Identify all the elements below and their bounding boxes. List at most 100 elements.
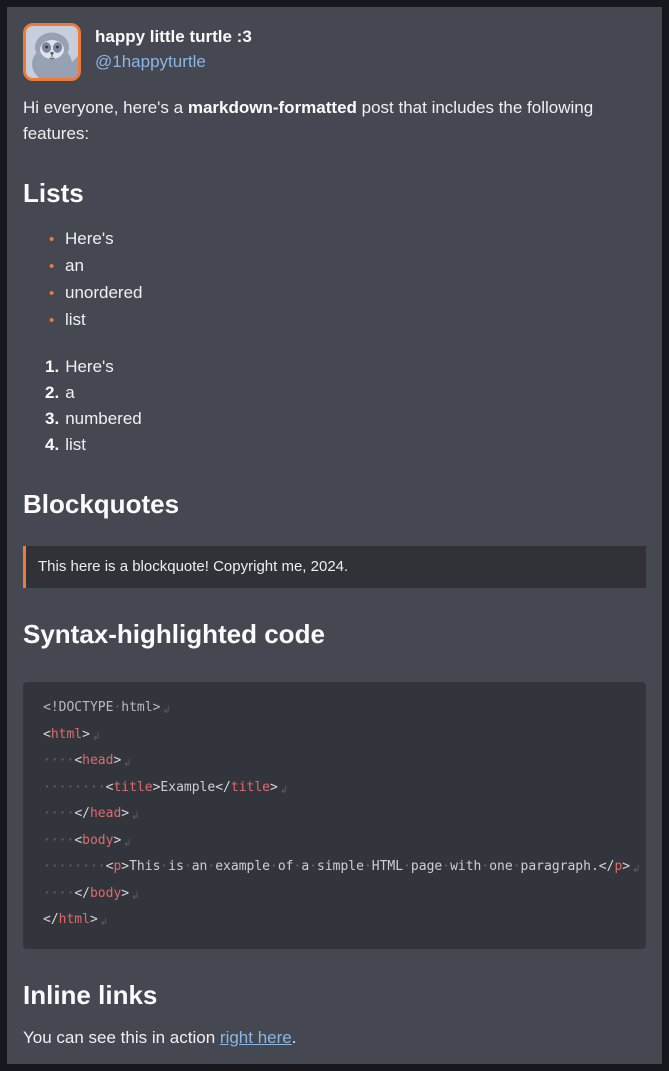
list-item: 2. a — [45, 380, 646, 406]
code-block: <!DOCTYPE·html>↲<html>↲····<head>↲······… — [23, 682, 646, 949]
whitespace-marker: ···· — [43, 886, 74, 901]
code-punctuation: < — [74, 753, 82, 768]
code-punctuation: > — [113, 833, 121, 848]
code-text: example — [215, 859, 270, 874]
list-item-label: Here's — [65, 229, 114, 248]
list-item: 3. numbered — [45, 406, 646, 432]
number-marker: 2. — [45, 380, 59, 406]
list-item: •an — [49, 253, 646, 280]
bullet-marker: • — [49, 281, 65, 307]
code-keyword: html> — [121, 700, 160, 715]
list-item: •list — [49, 307, 646, 334]
code-punctuation: > — [270, 780, 278, 795]
bullet-marker: • — [49, 308, 65, 334]
whitespace-marker: · — [184, 859, 192, 874]
code-punctuation: > — [622, 859, 630, 874]
code-punctuation: </ — [599, 859, 615, 874]
account-handle[interactable]: @1happyturtle — [95, 52, 206, 71]
code-tag-name: title — [231, 780, 270, 795]
number-marker: 3. — [45, 406, 59, 432]
end-of-line-marker: ↲ — [280, 785, 288, 796]
code-punctuation: > — [90, 912, 98, 927]
code-punctuation: < — [43, 727, 51, 742]
code-line: ····</body>↲ — [43, 882, 626, 909]
end-of-line-marker: ↲ — [123, 838, 131, 849]
code-line: <html>↲ — [43, 723, 626, 750]
link-text-pre: You can see this in action — [23, 1028, 220, 1047]
code-punctuation: </ — [74, 886, 90, 901]
whitespace-marker: · — [270, 859, 278, 874]
code-text: simple — [317, 859, 364, 874]
post-header: happy little turtle :3 @1happyturtle — [23, 23, 646, 81]
code-punctuation: </ — [215, 780, 231, 795]
whitespace-marker: · — [442, 859, 450, 874]
intro-paragraph: Hi everyone, here's a markdown-formatted… — [23, 95, 646, 147]
code-tag-name: html — [51, 727, 82, 742]
author-identity: happy little turtle :3 @1happyturtle — [95, 23, 252, 75]
code-line: </html>↲ — [43, 908, 626, 935]
heading-syntax-highlighted-code: Syntax-highlighted code — [23, 618, 646, 650]
code-tag-name: head — [82, 753, 113, 768]
heading-lists: Lists — [23, 177, 646, 209]
list-item-label: list — [65, 435, 86, 454]
heading-blockquotes: Blockquotes — [23, 488, 646, 520]
end-of-line-marker: ↲ — [123, 758, 131, 769]
list-item: •unordered — [49, 280, 646, 307]
code-tag-name: title — [113, 780, 152, 795]
code-text: HTML — [372, 859, 403, 874]
code-keyword: <!DOCTYPE — [43, 700, 113, 715]
whitespace-marker: · — [309, 859, 317, 874]
list-item-label: numbered — [65, 409, 142, 428]
end-of-line-marker: ↲ — [632, 864, 640, 875]
bullet-marker: • — [49, 227, 65, 253]
blockquote-text: This here is a blockquote! Copyright me,… — [38, 558, 348, 575]
intro-text-pre: Hi everyone, here's a — [23, 98, 188, 117]
code-line: ········<p>This·is·an·example·of·a·simpl… — [43, 855, 626, 882]
heading-inline-links: Inline links — [23, 979, 646, 1011]
list-item-label: a — [65, 383, 74, 402]
code-tag-name: body — [90, 886, 121, 901]
code-punctuation: > — [121, 859, 129, 874]
whitespace-marker: · — [403, 859, 411, 874]
code-line: ····</head>↲ — [43, 802, 626, 829]
code-tag-name: html — [59, 912, 90, 927]
end-of-line-marker: ↲ — [92, 732, 100, 743]
number-marker: 1. — [45, 354, 59, 380]
post-card: happy little turtle :3 @1happyturtle Hi … — [7, 7, 662, 1064]
whitespace-marker: ···· — [43, 753, 74, 768]
code-text: of — [278, 859, 294, 874]
code-punctuation: > — [113, 753, 121, 768]
whitespace-marker: ···· — [43, 833, 74, 848]
end-of-line-marker: ↲ — [131, 891, 139, 902]
list-item: 4.list — [45, 432, 646, 458]
right-here-link[interactable]: right here — [220, 1028, 292, 1047]
code-text: page — [411, 859, 442, 874]
bullet-marker: • — [49, 254, 65, 280]
code-text: a — [301, 859, 309, 874]
list-item-label: Here's — [65, 357, 114, 376]
code-text: Example — [160, 780, 215, 795]
code-punctuation: </ — [74, 806, 90, 821]
blockquote: This here is a blockquote! Copyright me,… — [23, 546, 646, 588]
end-of-line-marker: ↲ — [100, 917, 108, 928]
list-item-label: list — [65, 310, 86, 329]
code-text: an — [192, 859, 208, 874]
list-item-label: unordered — [65, 283, 143, 302]
avatar[interactable] — [23, 23, 81, 81]
code-punctuation: </ — [43, 912, 59, 927]
code-punctuation: > — [121, 886, 129, 901]
intro-text-bold: markdown-formatted — [188, 98, 357, 117]
code-text: one — [489, 859, 512, 874]
whitespace-marker: ········ — [43, 859, 106, 874]
unordered-list: •Here's•an•unordered•list — [23, 226, 646, 334]
link-paragraph: You can see this in action right here. — [23, 1025, 646, 1051]
code-text: is — [168, 859, 184, 874]
list-item: •Here's — [49, 226, 646, 253]
code-text: with — [450, 859, 481, 874]
code-tag-name: body — [82, 833, 113, 848]
display-name[interactable]: happy little turtle :3 — [95, 25, 252, 49]
post-content: happy little turtle :3 @1happyturtle Hi … — [7, 7, 662, 1064]
sloth-avatar-image — [26, 26, 78, 78]
ordered-list: 1. Here's 2. a 3. numbered 4.list — [23, 354, 646, 458]
code-tag-name: head — [90, 806, 121, 821]
